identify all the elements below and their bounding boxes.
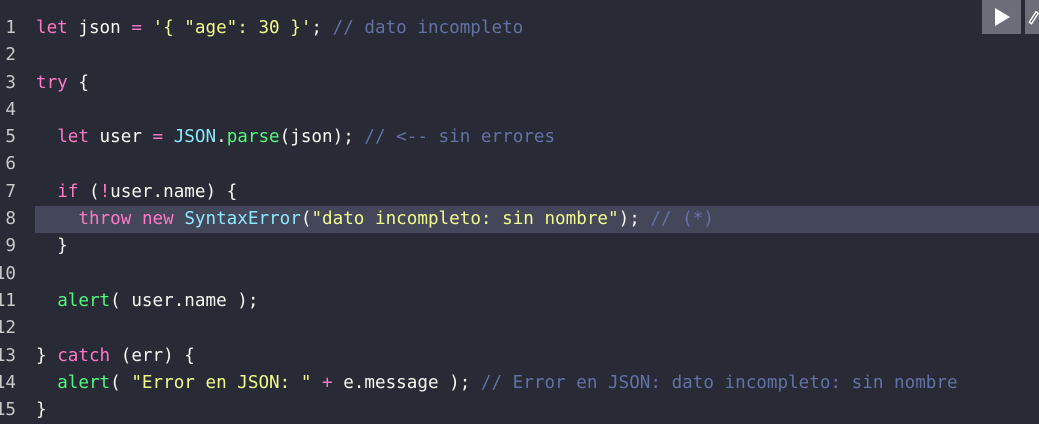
code-line: 9 } bbox=[0, 233, 1039, 260]
code-token: } bbox=[36, 236, 68, 257]
code-token: try bbox=[36, 72, 68, 93]
code-token: ( user.name ); bbox=[110, 290, 259, 311]
line-number: 2 bbox=[5, 45, 16, 66]
code-token: "dato incompleto: sin nombre" bbox=[311, 209, 619, 230]
line-number: 12 bbox=[0, 318, 16, 339]
code-token: ( bbox=[300, 209, 312, 230]
code-token: // <-- sin errores bbox=[364, 127, 556, 148]
code-line: 3 try { bbox=[0, 70, 1039, 97]
code-token: ); bbox=[618, 209, 651, 230]
code-line: 12 bbox=[0, 315, 1039, 342]
line-number: 9 bbox=[5, 236, 16, 257]
line-number: 3 bbox=[5, 72, 16, 93]
code-token: // dato incompleto bbox=[332, 18, 524, 38]
code-token: if bbox=[57, 181, 79, 202]
code-token: '{ "age": 30 }' bbox=[152, 18, 312, 38]
code-line: 13} catch (err) { bbox=[0, 343, 1039, 370]
code-line: 7 if (!user.name) { bbox=[0, 179, 1039, 206]
line-content: throw new SyntaxError("dato incompleto: … bbox=[36, 206, 714, 233]
run-button[interactable] bbox=[982, 0, 1021, 34]
code-token: = bbox=[131, 18, 142, 38]
pencil-icon bbox=[1028, 10, 1039, 25]
code-token: // (*) bbox=[650, 209, 714, 230]
code-line: 6 bbox=[0, 151, 1039, 178]
line-number: 4 bbox=[5, 99, 16, 120]
line-content: } catch (err) { bbox=[36, 343, 195, 370]
line-content: try { bbox=[36, 70, 89, 97]
code-token: SyntaxError bbox=[184, 209, 301, 230]
code-token: alert bbox=[57, 372, 111, 393]
line-number: 1 bbox=[5, 18, 16, 38]
code-token: json bbox=[67, 18, 132, 38]
code-token: (json); bbox=[279, 127, 365, 148]
code-token: e.message ); bbox=[332, 372, 481, 393]
code-line: 10 bbox=[0, 261, 1039, 288]
code-token: throw bbox=[78, 209, 132, 230]
play-icon bbox=[994, 8, 1010, 26]
line-content: alert( "Error en JSON: " + e.message ); … bbox=[36, 370, 958, 397]
code-token: // Error en JSON: dato incompleto: sin n… bbox=[480, 372, 958, 393]
code-token: let bbox=[57, 127, 89, 148]
code-line: 2 bbox=[0, 42, 1039, 69]
code-token: JSON bbox=[173, 127, 217, 148]
code-token: ! bbox=[99, 181, 111, 202]
line-content: alert( user.name ); bbox=[36, 288, 258, 315]
edit-button[interactable] bbox=[1025, 0, 1039, 34]
line-number: 14 bbox=[0, 372, 16, 393]
code-line: 15} bbox=[0, 397, 1039, 424]
line-number: 7 bbox=[5, 181, 16, 202]
code-line: 1 let json = '{ "age": 30 }'; // dato inc… bbox=[0, 15, 1039, 42]
line-number: 5 bbox=[5, 127, 16, 148]
code-token: . bbox=[216, 127, 227, 148]
line-content: } bbox=[36, 233, 68, 260]
line-number: 8 bbox=[5, 209, 16, 230]
code-token: ( bbox=[78, 181, 100, 202]
line-content: } bbox=[36, 397, 47, 424]
line-number: 6 bbox=[5, 154, 16, 175]
code-token: catch bbox=[57, 345, 111, 366]
code-token: user bbox=[88, 127, 153, 148]
code-token: ( bbox=[110, 372, 132, 393]
code-editor: 1 let json = '{ "age": 30 }'; // dato inc… bbox=[0, 0, 1039, 424]
editor-toolbar bbox=[978, 0, 1039, 34]
line-content: let user = JSON.parse(json); // <-- sin … bbox=[36, 124, 555, 151]
code-area: 1 let json = '{ "age": 30 }'; // dato inc… bbox=[0, 15, 1039, 424]
line-number: 11 bbox=[0, 290, 16, 311]
code-token: user.name) { bbox=[110, 181, 238, 202]
code-token: parse bbox=[226, 127, 280, 148]
code-token: alert bbox=[57, 290, 111, 311]
code-line: 4 bbox=[0, 97, 1039, 124]
code-token: (err) { bbox=[110, 345, 195, 366]
code-token: { bbox=[67, 72, 89, 93]
code-token: new bbox=[141, 209, 174, 230]
code-line: 14 alert( "Error en JSON: " + e.message … bbox=[0, 370, 1039, 397]
line-content: let json = '{ "age": 30 }'; // dato inco… bbox=[36, 15, 523, 42]
code-line: 8 throw new SyntaxError("dato incompleto… bbox=[0, 206, 1039, 234]
line-number: 15 bbox=[0, 400, 16, 421]
code-token: ; bbox=[311, 18, 333, 38]
code-token: "Error en JSON: " bbox=[131, 372, 312, 393]
code-token: } bbox=[36, 400, 47, 421]
code-line: 11 alert( user.name ); bbox=[0, 288, 1039, 315]
code-line: 5 let user = JSON.parse(json); // <-- si… bbox=[0, 124, 1039, 151]
line-content: if (!user.name) { bbox=[36, 179, 237, 206]
code-token: let bbox=[36, 18, 68, 38]
code-token: + bbox=[322, 372, 333, 393]
line-number: 13 bbox=[0, 345, 16, 366]
code-token: = bbox=[152, 127, 164, 148]
line-number: 10 bbox=[0, 263, 16, 284]
code-token: } bbox=[36, 345, 58, 366]
